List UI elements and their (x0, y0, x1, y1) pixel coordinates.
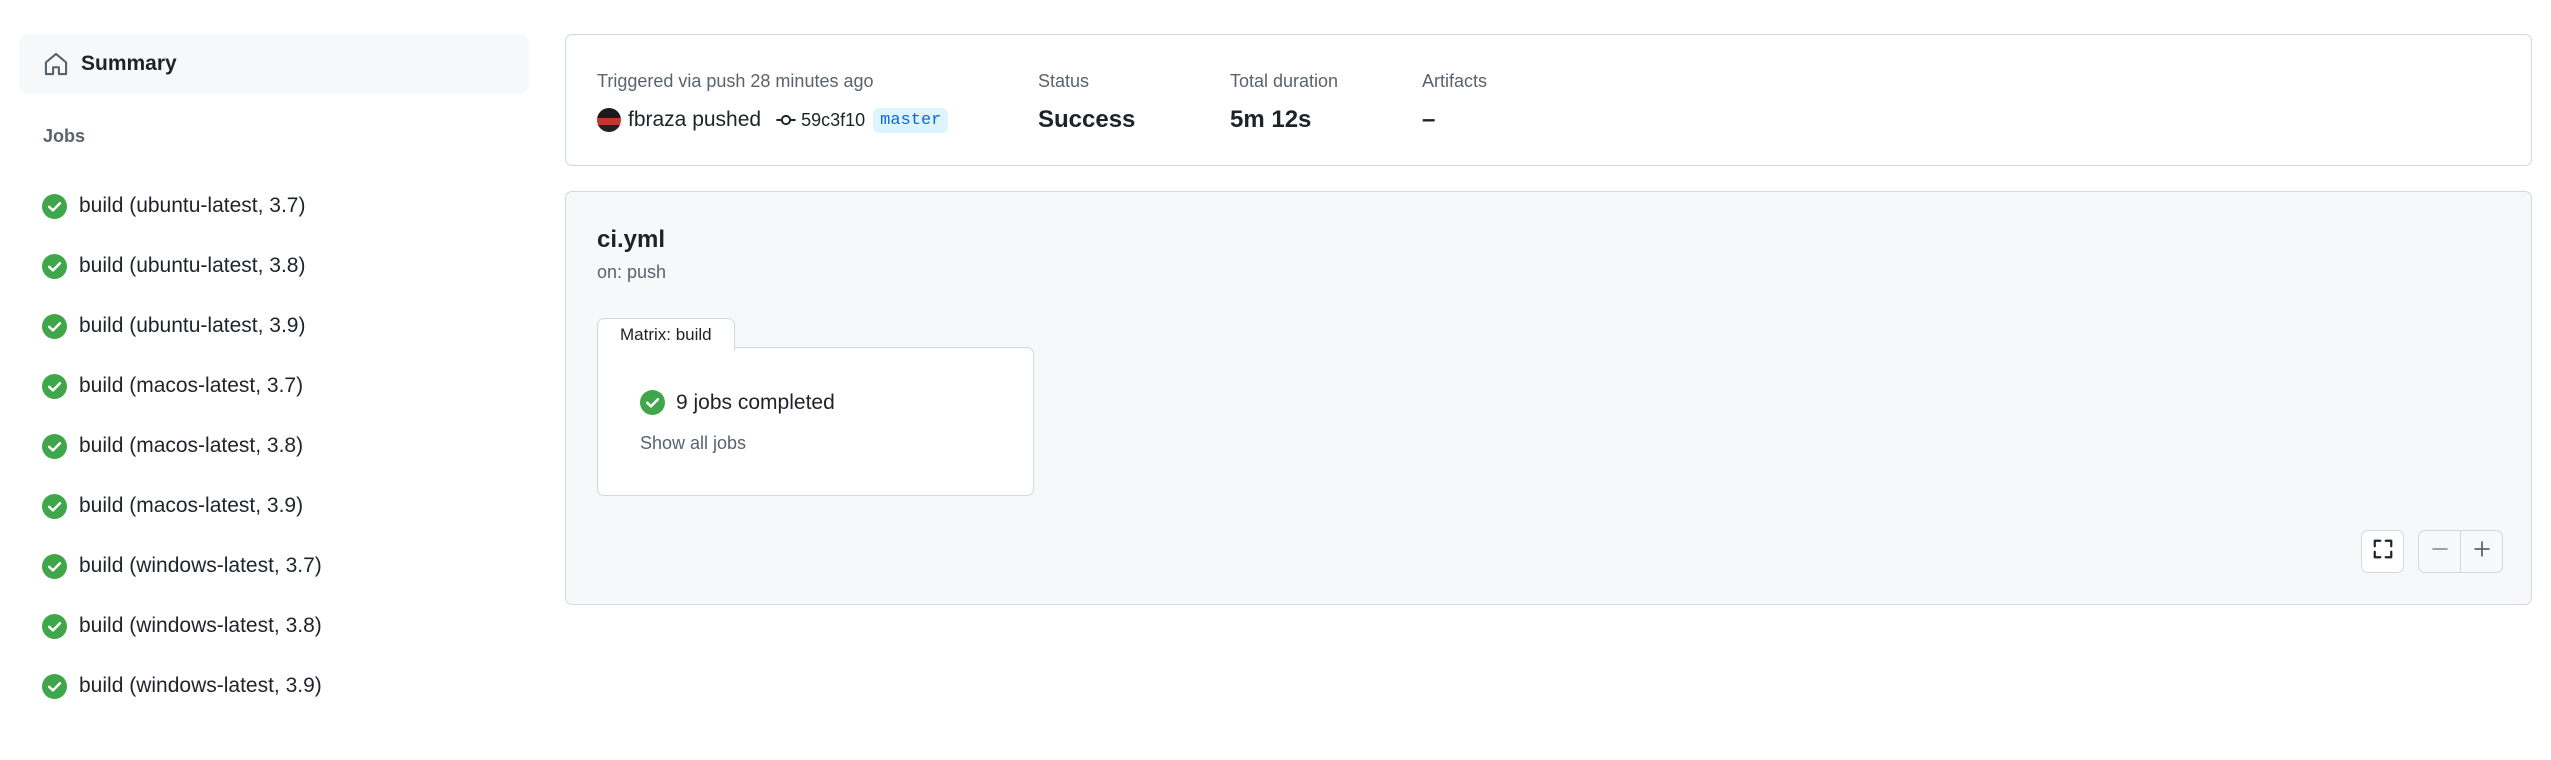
avatar[interactable] (597, 108, 621, 132)
sidebar-item-job[interactable]: build (ubuntu-latest, 3.8) (19, 236, 529, 296)
artifacts-value: – (1422, 106, 1436, 133)
trigger-info: Triggered via push 28 minutes ago fbraza… (597, 69, 949, 135)
check-circle-icon (42, 673, 67, 699)
sidebar-item-job[interactable]: build (windows-latest, 3.7) (19, 536, 529, 596)
jobs-completed[interactable]: 9 jobs completed (640, 390, 835, 415)
trigger-label: Triggered via push 28 minutes ago (597, 71, 874, 91)
trigger-row: fbraza pushed 59c3f10 master (597, 105, 949, 135)
check-circle-icon (640, 390, 665, 415)
jobs-heading: Jobs (43, 126, 86, 146)
check-circle-icon (42, 313, 67, 339)
job-label: build (macos-latest, 3.9) (79, 494, 304, 517)
zoom-out-button[interactable] (2418, 530, 2461, 573)
sidebar-item-job[interactable]: build (windows-latest, 3.8) (19, 596, 529, 656)
job-label: build (ubuntu-latest, 3.9) (79, 314, 306, 337)
pusher-name[interactable]: fbraza pushed (628, 108, 761, 132)
minus-icon (2430, 539, 2450, 564)
jobs-completed-label: 9 jobs completed (676, 390, 835, 414)
matrix-box: 9 jobs completed Show all jobs (597, 347, 1034, 496)
job-label: build (windows-latest, 3.9) (79, 674, 322, 697)
fullscreen-icon (2372, 538, 2394, 565)
sidebar-item-label: Summary (81, 52, 177, 75)
workflow-graph: ci.yml on: push Matrix: build 9 jobs com… (565, 191, 2532, 605)
matrix-tab: Matrix: build (597, 318, 735, 351)
job-label: build (ubuntu-latest, 3.8) (79, 254, 306, 277)
workflow-trigger: on: push (597, 262, 667, 282)
run-summary-card: Triggered via push 28 minutes ago fbraza… (565, 34, 2532, 166)
commit-sha-link[interactable]: 59c3f10 (801, 110, 865, 131)
status-value: Success (1038, 106, 1136, 133)
sidebar-item-job[interactable]: build (ubuntu-latest, 3.9) (19, 296, 529, 356)
branch-badge[interactable]: master (873, 107, 949, 133)
sidebar: Summary Jobs build (ubuntu-latest, 3.7) … (19, 34, 529, 716)
job-label: build (macos-latest, 3.7) (79, 374, 304, 397)
sidebar-item-job[interactable]: build (windows-latest, 3.9) (19, 656, 529, 716)
duration-label: Total duration (1230, 71, 1339, 91)
plus-icon (2472, 539, 2492, 564)
workflow-name: ci.yml (597, 226, 666, 253)
duration-info: Total duration 5m 12s (1230, 69, 1338, 135)
check-circle-icon (42, 433, 67, 459)
sidebar-item-job[interactable]: build (macos-latest, 3.8) (19, 416, 529, 476)
check-circle-icon (42, 613, 67, 639)
sidebar-item-job[interactable]: build (macos-latest, 3.7) (19, 356, 529, 416)
job-label: build (ubuntu-latest, 3.7) (79, 194, 306, 217)
check-circle-icon (42, 253, 67, 279)
status-info: Status Success (1038, 69, 1135, 135)
job-label: build (windows-latest, 3.7) (79, 554, 322, 577)
duration-value: 5m 12s (1230, 106, 1312, 133)
home-icon (43, 51, 69, 77)
artifacts-label: Artifacts (1422, 71, 1488, 91)
sidebar-item-job[interactable]: build (macos-latest, 3.9) (19, 476, 529, 536)
fullscreen-button[interactable] (2361, 530, 2404, 573)
check-circle-icon (42, 553, 67, 579)
job-label: build (windows-latest, 3.8) (79, 614, 322, 637)
zoom-in-button[interactable] (2460, 530, 2503, 573)
check-circle-icon (42, 373, 67, 399)
check-circle-icon (42, 493, 67, 519)
status-label: Status (1038, 71, 1090, 91)
check-circle-icon (42, 193, 67, 219)
show-all-jobs-link[interactable]: Show all jobs (640, 433, 746, 454)
git-commit-icon (775, 109, 797, 131)
artifacts-info: Artifacts – (1422, 69, 1487, 135)
sidebar-item-job[interactable]: build (ubuntu-latest, 3.7) (19, 176, 529, 236)
sidebar-item-summary[interactable]: Summary (19, 34, 529, 94)
job-label: build (macos-latest, 3.8) (79, 434, 304, 457)
job-list: build (ubuntu-latest, 3.7) build (ubuntu… (19, 176, 529, 716)
